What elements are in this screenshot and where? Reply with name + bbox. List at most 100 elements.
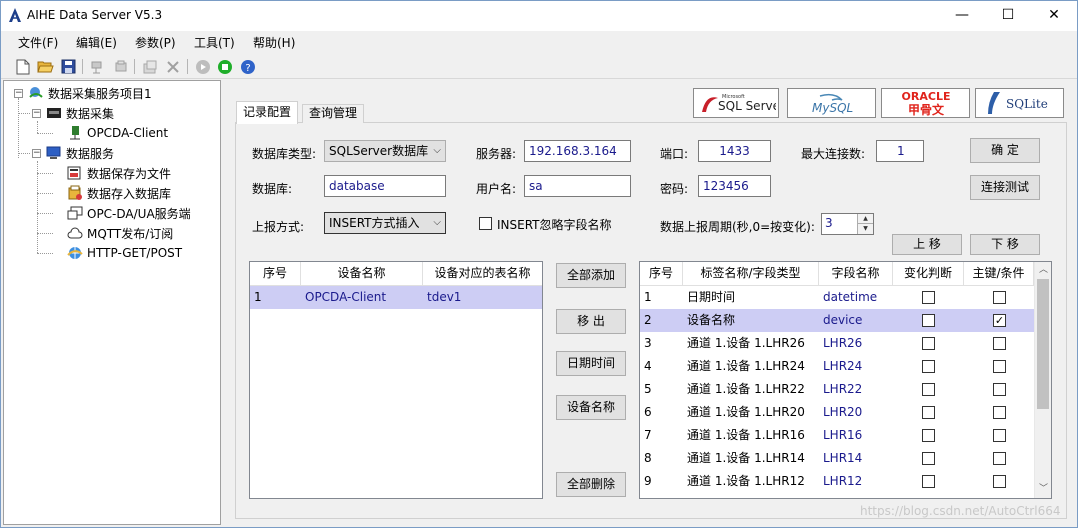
tab-query-manage[interactable]: 查询管理	[302, 104, 365, 123]
project-icon	[28, 85, 44, 101]
device-name-button[interactable]: 设备名称	[556, 395, 626, 420]
save-icon[interactable]	[60, 58, 77, 75]
change-checkbox[interactable]	[922, 337, 935, 350]
move-down-button[interactable]: 下 移	[970, 234, 1040, 255]
key-checkbox[interactable]: ✓	[993, 314, 1006, 327]
table-row[interactable]: 9 通道 1.设备 1.LHR12 LHR12	[640, 470, 1034, 493]
scrollbar-thumb[interactable]	[1037, 279, 1049, 409]
table-row[interactable]: 8 通道 1.设备 1.LHR14 LHR14	[640, 447, 1034, 470]
remove-button[interactable]: 移 出	[556, 309, 626, 334]
datetime-button[interactable]: 日期时间	[556, 351, 626, 376]
key-checkbox[interactable]	[993, 452, 1006, 465]
tree-item-http[interactable]: HTTP-GET/POST	[67, 243, 182, 263]
close-button[interactable]: ✕	[1031, 1, 1077, 31]
change-checkbox[interactable]	[922, 314, 935, 327]
port-input[interactable]: 1433	[698, 140, 771, 162]
tab-record-config[interactable]: 记录配置	[236, 101, 299, 124]
tree-item-opc-server[interactable]: OPC-DA/UA服务端	[67, 203, 191, 223]
device-grid: 序号 设备名称 设备对应的表名称 1 OPCDA-Client tdev1	[249, 261, 543, 499]
table-row[interactable]: 3 通道 1.设备 1.LHR26 LHR26	[640, 332, 1034, 355]
key-checkbox[interactable]	[993, 429, 1006, 442]
scroll-down-icon[interactable]: ﹀	[1035, 481, 1051, 498]
tree-item-service[interactable]: 数据服务	[46, 143, 114, 163]
tree-service-label: 数据服务	[66, 146, 115, 161]
mysql-logo[interactable]: MySQL	[787, 88, 876, 118]
user-input[interactable]: sa	[524, 175, 631, 197]
add-item-icon[interactable]	[141, 58, 158, 75]
tree-item-collect[interactable]: 数据采集	[46, 103, 114, 123]
table-row[interactable]: 2 设备名称 device ✓	[640, 309, 1034, 332]
stop-icon[interactable]	[194, 58, 211, 75]
table-row[interactable]: 7 通道 1.设备 1.LHR16 LHR16	[640, 424, 1034, 447]
maximize-button[interactable]: ☐	[985, 1, 1031, 31]
help-icon[interactable]: ?	[239, 58, 256, 75]
change-checkbox[interactable]	[922, 475, 935, 488]
database-icon	[67, 185, 83, 201]
menu-params[interactable]: 参数(P)	[135, 34, 176, 51]
table-row[interactable]: 1 OPCDA-Client tdev1	[250, 286, 542, 309]
period-spinner[interactable]: 3 ▲ ▼	[821, 213, 874, 235]
key-checkbox[interactable]	[993, 291, 1006, 304]
change-checkbox[interactable]	[922, 429, 935, 442]
disconnect-icon[interactable]	[112, 58, 129, 75]
confirm-button[interactable]: 确 定	[970, 138, 1040, 163]
test-connection-button[interactable]: 连接测试	[970, 175, 1040, 200]
save-file-icon	[67, 165, 83, 181]
change-checkbox[interactable]	[922, 452, 935, 465]
tree-item-opcda-client[interactable]: OPCDA-Client	[67, 123, 168, 143]
ignore-field-checkbox[interactable]	[479, 217, 492, 230]
new-file-icon[interactable]	[14, 58, 31, 75]
tree-item-save-file[interactable]: 数据保存为文件	[67, 163, 171, 183]
add-all-button[interactable]: 全部添加	[556, 263, 626, 288]
expand-root-toggle[interactable]: −	[14, 89, 23, 98]
table-row[interactable]: 4 通道 1.设备 1.LHR24 LHR24	[640, 355, 1034, 378]
upload-mode-select[interactable]: INSERT方式插入 ⌵	[324, 212, 446, 234]
menu-help[interactable]: 帮助(H)	[253, 34, 295, 51]
minimize-button[interactable]: —	[939, 1, 985, 31]
menu-tools[interactable]: 工具(T)	[194, 34, 235, 51]
app-window: AIHE Data Server V5.3 — ☐ ✕ 文件(F) 编辑(E) …	[0, 0, 1078, 528]
db-type-select[interactable]: SQLServer数据库 ⌵	[324, 140, 446, 162]
oracle-logo[interactable]: ORACLE 甲骨文	[881, 88, 970, 118]
key-checkbox[interactable]	[993, 406, 1006, 419]
tree-root[interactable]: 数据采集服务项目1	[28, 83, 152, 103]
max-conn-input[interactable]: 1	[876, 140, 924, 162]
key-checkbox[interactable]	[993, 383, 1006, 396]
change-checkbox[interactable]	[922, 383, 935, 396]
vertical-scrollbar[interactable]: ︿ ﹀	[1034, 262, 1051, 498]
menu-edit[interactable]: 编辑(E)	[76, 34, 117, 51]
connect-icon[interactable]	[89, 58, 106, 75]
tree-item-mqtt[interactable]: MQTT发布/订阅	[67, 223, 173, 243]
change-checkbox[interactable]	[922, 360, 935, 373]
tree-item-save-db[interactable]: 数据存入数据库	[67, 183, 171, 203]
sqlite-logo[interactable]: SQLite	[975, 88, 1064, 118]
server-label: 服务器:	[476, 147, 517, 161]
open-folder-icon[interactable]	[37, 58, 54, 75]
change-checkbox[interactable]	[922, 406, 935, 419]
table-row[interactable]: 6 通道 1.设备 1.LHR20 LHR20	[640, 401, 1034, 424]
move-up-button[interactable]: 上 移	[892, 234, 962, 255]
delete-all-button[interactable]: 全部删除	[556, 472, 626, 497]
svg-text:MySQL: MySQL	[812, 101, 853, 115]
expand-collect-toggle[interactable]: −	[32, 109, 41, 118]
key-checkbox[interactable]	[993, 360, 1006, 373]
table-row[interactable]: 5 通道 1.设备 1.LHR22 LHR22	[640, 378, 1034, 401]
scroll-up-icon[interactable]: ︿	[1035, 262, 1051, 279]
expand-service-toggle[interactable]: −	[32, 149, 41, 158]
run-icon[interactable]	[216, 58, 233, 75]
server-input[interactable]: 192.168.3.164	[524, 140, 631, 162]
computer-icon	[46, 145, 62, 161]
menu-file[interactable]: 文件(F)	[18, 34, 58, 51]
table-row[interactable]: 1 日期时间 datetime	[640, 286, 1034, 309]
delete-icon[interactable]	[164, 58, 181, 75]
change-checkbox[interactable]	[922, 291, 935, 304]
password-input[interactable]: 123456	[698, 175, 771, 197]
spin-up-icon[interactable]: ▲	[857, 214, 873, 224]
field-grid-header-field: 字段名称	[819, 262, 893, 286]
spin-down-icon[interactable]: ▼	[857, 224, 873, 234]
key-checkbox[interactable]	[993, 337, 1006, 350]
database-input[interactable]: database	[324, 175, 446, 197]
upload-mode-label: 上报方式:	[252, 220, 305, 234]
sqlserver-logo[interactable]: Microsoft SQL Server	[693, 88, 779, 118]
key-checkbox[interactable]	[993, 475, 1006, 488]
